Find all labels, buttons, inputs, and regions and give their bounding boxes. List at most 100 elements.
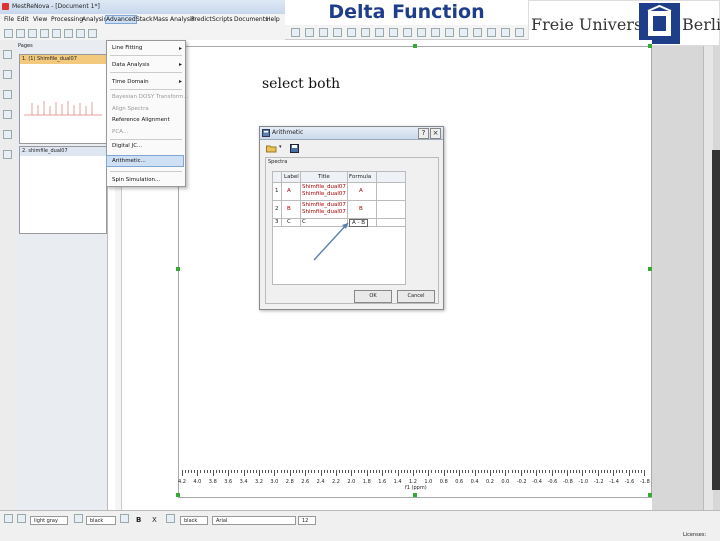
reference-icon[interactable] [417,28,426,37]
axis-minor-tick [453,470,455,473]
undo-icon[interactable] [76,29,85,38]
redo-icon[interactable] [88,29,97,38]
resize-handle[interactable] [413,44,417,48]
bold-icon[interactable]: B [136,516,141,524]
peak-pick-icon[interactable] [347,28,356,37]
resize-handle[interactable] [648,267,652,271]
copy-icon[interactable] [52,29,61,38]
axis-tick [197,470,199,476]
menu-edit[interactable]: Edit [17,16,29,23]
axis-tick [613,470,615,476]
font-size-select[interactable]: 12 [298,516,316,525]
axis-tick-label: 1.4 [393,479,402,485]
ellipse-icon[interactable] [515,28,524,37]
page-thumbnail-2[interactable]: 2. shimfile_dual07 [19,146,107,234]
row-label: C [287,219,291,225]
open-icon[interactable] [16,29,25,38]
axis-minor-tick [548,470,550,473]
ok-button[interactable]: OK [354,290,392,303]
font-family-select[interactable]: Arial [212,516,296,525]
slide-title: Delta Function [328,1,485,23]
rect-icon[interactable] [501,28,510,37]
axis-minor-tick [603,470,605,473]
paste-icon[interactable] [64,29,73,38]
menu-predict[interactable]: Predict [191,16,212,23]
menu-item-time-domain[interactable]: Time Domain [112,77,149,87]
measure-tool-icon[interactable] [3,130,12,139]
print-icon[interactable] [40,29,49,38]
axis-minor-tick [508,470,510,473]
menu-scripts[interactable]: Scripts [212,16,233,23]
axis-minor-tick [286,470,288,473]
save-icon[interactable] [28,29,37,38]
axis-tick-label: 0.8 [439,479,448,485]
menu-item-pca[interactable]: PCA... [112,127,128,137]
menu-item-align-spectra[interactable]: Align Spectra [112,104,149,114]
save-icon[interactable] [290,144,299,153]
thumbnail-spectrum [24,101,102,116]
menu-item-reference-alignment[interactable]: Reference Alignment [112,115,170,125]
axis-tick [320,470,322,476]
menu-documents[interactable]: Documents [234,16,268,23]
menu-item-line-fitting[interactable]: Line Fitting [112,43,142,53]
table-row[interactable]: 1 A Shimfile_dual07 Shimfile_dual07 A [273,183,405,200]
axis-minor-tick [237,470,239,473]
close-icon[interactable]: × [430,128,441,139]
menu-file[interactable]: File [4,16,14,23]
menu-item-spin-simulation[interactable]: Spin Simulation... [112,175,160,185]
menu-item-digital-jc[interactable]: Digital JC... [112,141,142,151]
menu-stack[interactable]: Stack [136,16,153,23]
phase-icon[interactable] [375,28,384,37]
cut-icon[interactable] [431,28,440,37]
new-icon[interactable] [4,29,13,38]
text-icon[interactable] [473,28,482,37]
menu-advanced[interactable]: Advanced [105,15,137,24]
line-color-icon[interactable] [17,514,26,523]
integrate-icon[interactable] [361,28,370,37]
italic-icon[interactable]: X [152,516,157,524]
help-icon[interactable]: ? [418,128,429,139]
zoom-out-icon[interactable] [305,28,314,37]
chevron-down-icon[interactable]: ▾ [279,144,282,150]
resize-handle[interactable] [648,44,652,48]
magnet-tool-icon[interactable] [3,150,12,159]
draw-tool-icon[interactable] [3,110,12,119]
pointer-icon[interactable] [4,514,13,523]
chevron-right-icon: ▸ [178,61,182,68]
stack-icon[interactable] [445,28,454,37]
axis-minor-tick [486,470,488,473]
multiplet-icon[interactable] [403,28,412,37]
menu-item-bayesian-dosy[interactable]: Bayesian DOSY Transform... [112,92,189,102]
menu-item-label: Time Domain [112,79,149,85]
menu-view[interactable]: View [33,16,47,23]
select-tool-icon[interactable] [3,50,12,59]
line-width-icon[interactable] [120,514,129,523]
menu-mass-analysis[interactable]: Mass Analysis [153,16,195,23]
menu-analysis[interactable]: Analysis [82,16,107,23]
menu-item-arithmetic[interactable]: Arithmetic... [106,155,184,167]
fit-icon[interactable] [319,28,328,37]
color-icon[interactable] [459,28,468,37]
pointer-arrow [313,222,349,261]
resize-handle[interactable] [176,267,180,271]
page-thumbnail-1[interactable]: 1. (1) Shimfile_dual07 [19,54,107,144]
baseline-icon[interactable] [389,28,398,37]
font-color-select[interactable]: black [180,516,208,525]
axis-tick [551,470,553,476]
menu-processing[interactable]: Processing [51,16,83,23]
axis-minor-tick [372,470,374,473]
open-folder-icon[interactable] [266,144,278,153]
cancel-button[interactable]: Cancel [397,290,435,303]
zoom-in-icon[interactable] [291,28,300,37]
menu-item-data-analysis[interactable]: Data Analysis [112,60,150,70]
zoom-tool-icon[interactable] [3,70,12,79]
fill-color-select[interactable]: black [86,516,116,525]
pan-icon[interactable] [333,28,342,37]
dialog-title: Arithmetic [272,129,304,136]
menu-help[interactable]: Help [266,16,280,23]
cursor-tool-icon[interactable] [3,90,12,99]
arrow-icon[interactable] [487,28,496,37]
fill-icon[interactable] [74,514,83,523]
line-color-select[interactable]: light gray [30,516,68,525]
font-color-icon[interactable] [166,514,175,523]
